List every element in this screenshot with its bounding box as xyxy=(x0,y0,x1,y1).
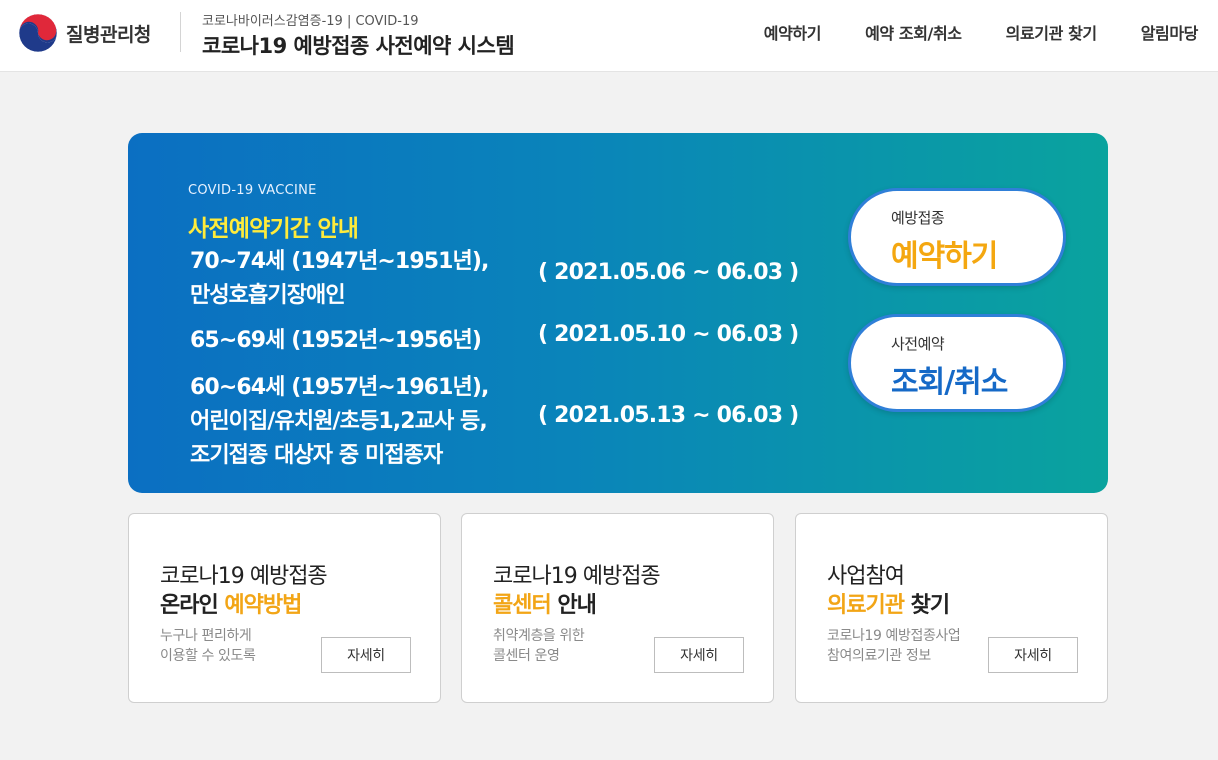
group3-line1: 60~64세 (1957년~1961년), xyxy=(190,375,489,400)
call-center-detail-button[interactable]: 자세히 xyxy=(654,637,744,673)
card-title-highlight: 의료기관 xyxy=(827,593,905,618)
reserve-button-label: 예약하기 xyxy=(891,239,998,274)
card-title-dark-suffix: 안내 xyxy=(550,593,596,618)
card-description: 코로나19 예방접종사업 참여의료기관 정보 xyxy=(827,626,961,666)
group3-line2: 어린이집/유치원/초등1,2교사 등, xyxy=(190,409,488,434)
site-title[interactable]: 코로나19 예방접종 사전예약 시스템 xyxy=(202,30,515,60)
card-title-dark-suffix: 찾기 xyxy=(903,593,950,618)
card-title-line2: 온라인 예약방법 xyxy=(160,587,302,619)
taegeuk-emblem-icon[interactable] xyxy=(18,13,58,53)
card-online-reservation-guide: 코로나19 예방접종 온라인 예약방법 누구나 편리하게 이용할 수 있도록 자… xyxy=(128,513,441,703)
group1-line1: 70~74세 (1947년~1951년), xyxy=(190,249,489,274)
card-description: 누구나 편리하게 이용할 수 있도록 xyxy=(160,626,256,666)
group2-period: ( 2021.05.10 ~ 06.03 ) xyxy=(538,322,799,347)
check-cancel-button-caption: 사전예약 xyxy=(891,335,945,353)
card-description: 취약계층을 위한 콜센터 운영 xyxy=(493,626,585,666)
nav-item-reserve[interactable]: 예약하기 xyxy=(764,20,822,44)
card-desc-line1: 코로나19 예방접종사업 xyxy=(827,628,961,644)
reserve-button-caption: 예방접종 xyxy=(891,209,945,227)
nav-item-check-cancel[interactable]: 예약 조회/취소 xyxy=(865,20,962,44)
card-desc-line1: 취약계층을 위한 xyxy=(493,628,585,644)
card-title-highlight: 콜센터 xyxy=(493,593,552,618)
check-cancel-button[interactable]: 사전예약 조회/취소 xyxy=(848,314,1066,412)
nav-item-notices[interactable]: 알림마당 xyxy=(1141,20,1199,44)
card-call-center-guide: 코로나19 예방접종 콜센터 안내 취약계층을 위한 콜센터 운영 자세히 xyxy=(461,513,774,703)
card-title-line2: 콜센터 안내 xyxy=(493,587,597,619)
site-header: 질병관리청 코로나바이러스감염증-19 | COVID-19 코로나19 예방접… xyxy=(0,0,1218,72)
card-desc-line2: 이용할 수 있도록 xyxy=(160,648,256,664)
banner-heading: 사전예약기간 안내 xyxy=(188,216,359,242)
group1-period: ( 2021.05.06 ~ 06.03 ) xyxy=(538,260,799,285)
reservation-period-banner: COVID-19 VACCINE 사전예약기간 안내 70~74세 (1947년… xyxy=(128,133,1108,493)
card-title-highlight: 예약방법 xyxy=(224,593,302,618)
card-title-line2: 의료기관 찾기 xyxy=(827,587,950,619)
reserve-button[interactable]: 예방접종 예약하기 xyxy=(848,188,1066,286)
check-cancel-button-label: 조회/취소 xyxy=(891,365,1008,400)
group1-line2: 만성호흡기장애인 xyxy=(190,283,346,308)
card-find-clinic: 사업참여 의료기관 찾기 코로나19 예방접종사업 참여의료기관 정보 자세히 xyxy=(795,513,1108,703)
site-subtitle: 코로나바이러스감염증-19 | COVID-19 xyxy=(202,14,419,29)
card-title-line1: 코로나19 예방접종 xyxy=(160,564,328,589)
card-title-line1: 코로나19 예방접종 xyxy=(493,564,661,589)
card-desc-line1: 누구나 편리하게 xyxy=(160,628,252,644)
header-divider xyxy=(180,12,181,52)
org-name[interactable]: 질병관리청 xyxy=(66,20,151,47)
main-nav: 예약하기 예약 조회/취소 의료기관 찾기 알림마당 xyxy=(764,20,1199,44)
card-title-line1: 사업참여 xyxy=(827,564,905,589)
group3-period: ( 2021.05.13 ~ 06.03 ) xyxy=(538,403,799,428)
card-desc-line2: 콜센터 운영 xyxy=(493,648,560,664)
card-desc-line2: 참여의료기관 정보 xyxy=(827,648,931,664)
online-guide-detail-button[interactable]: 자세히 xyxy=(321,637,411,673)
banner-eyebrow: COVID-19 VACCINE xyxy=(188,183,317,198)
find-clinic-detail-button[interactable]: 자세히 xyxy=(988,637,1078,673)
group3-line3: 조기접종 대상자 중 미접종자 xyxy=(190,443,443,468)
group2-line1: 65~69세 (1952년~1956년) xyxy=(190,328,482,353)
card-title-dark: 온라인 xyxy=(160,593,225,618)
nav-item-find-clinic[interactable]: 의료기관 찾기 xyxy=(1006,20,1097,44)
